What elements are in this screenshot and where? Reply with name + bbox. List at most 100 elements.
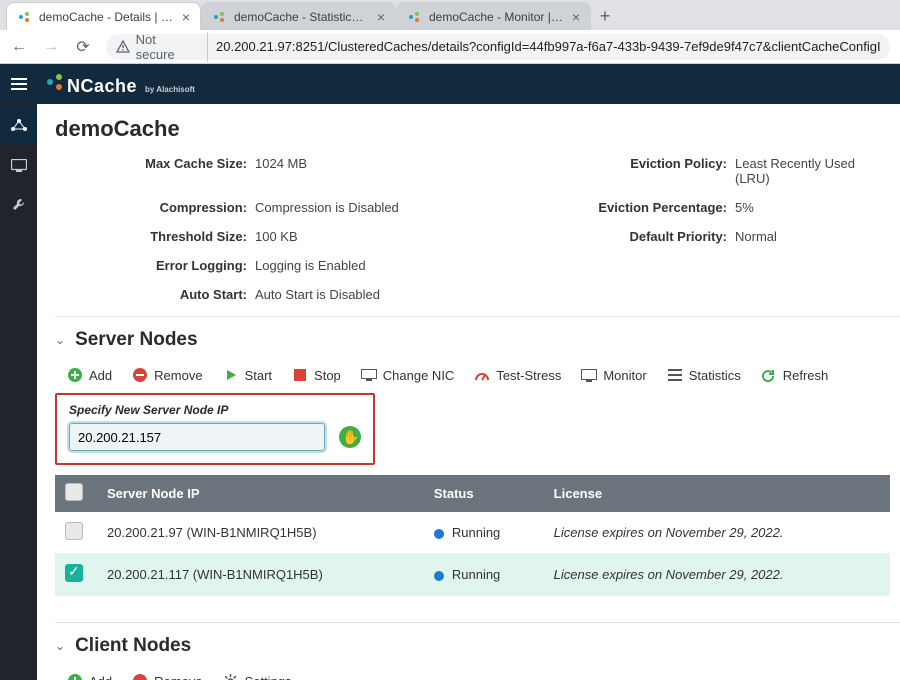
browser-tab-active[interactable]: demoCache - Details | NCache × bbox=[6, 2, 201, 30]
prop-label: Max Cache Size: bbox=[55, 156, 255, 186]
new-server-ip-input[interactable] bbox=[69, 423, 325, 451]
browser-tab[interactable]: demoCache - Statistics | NCache × bbox=[201, 2, 396, 30]
prop-value: Least Recently Used (LRU) bbox=[735, 156, 885, 186]
prop-label: Default Priority: bbox=[515, 229, 735, 244]
hamburger-button[interactable] bbox=[0, 64, 37, 104]
prop-value: Logging is Enabled bbox=[255, 258, 515, 273]
ncache-favicon bbox=[17, 10, 31, 24]
content-scroll[interactable]: Max Cache Size: 1024 MB Eviction Policy:… bbox=[37, 150, 900, 680]
wrench-icon bbox=[11, 197, 27, 213]
add-server-panel: Specify New Server Node IP ✋ bbox=[55, 393, 375, 465]
plus-icon bbox=[67, 367, 83, 383]
forward-button[interactable]: → bbox=[42, 38, 60, 56]
table-row[interactable]: 20.200.21.117 (WIN-B1NMIRQ1H5B) Running … bbox=[55, 554, 890, 596]
col-status: Status bbox=[424, 475, 544, 512]
warning-icon bbox=[116, 40, 130, 54]
refresh-button[interactable]: Refresh bbox=[761, 367, 829, 383]
stop-icon bbox=[292, 367, 308, 383]
cell-ip: 20.200.21.97 (WIN-B1NMIRQ1H5B) bbox=[97, 512, 424, 554]
prop-value: Compression is Disabled bbox=[255, 200, 515, 215]
prop-value: 100 KB bbox=[255, 229, 515, 244]
cache-properties: Max Cache Size: 1024 MB Eviction Policy:… bbox=[55, 150, 900, 316]
back-button[interactable]: ← bbox=[10, 38, 28, 56]
prop-label: Threshold Size: bbox=[55, 229, 255, 244]
list-icon bbox=[667, 367, 683, 383]
browser-toolbar: ← → ⟳ Not secure 20.200.21.97:8251/Clust… bbox=[0, 30, 900, 64]
settings-button[interactable]: Settings bbox=[223, 673, 292, 680]
prop-label: Auto Start: bbox=[55, 287, 255, 302]
cell-license: License expires on November 29, 2022. bbox=[544, 512, 890, 554]
gauge-icon bbox=[474, 367, 490, 383]
refresh-icon bbox=[761, 367, 777, 383]
plus-icon bbox=[344, 431, 356, 443]
prop-label: Compression: bbox=[55, 200, 255, 215]
start-button[interactable]: Start bbox=[223, 367, 272, 383]
client-nodes-toolbar: Add Remove Settings bbox=[55, 663, 900, 680]
not-secure-label: Not secure bbox=[136, 32, 197, 62]
close-icon[interactable]: × bbox=[377, 9, 385, 25]
add-button[interactable]: Add bbox=[67, 673, 112, 680]
new-tab-button[interactable]: + bbox=[591, 2, 619, 30]
gear-icon bbox=[223, 673, 239, 680]
cluster-icon bbox=[10, 118, 28, 132]
reload-button[interactable]: ⟳ bbox=[74, 37, 92, 57]
brand-bar: NCache by Alachisoft bbox=[37, 64, 900, 104]
col-ip: Server Node IP bbox=[97, 475, 424, 512]
remove-button[interactable]: Remove bbox=[132, 367, 202, 383]
ncache-favicon bbox=[407, 10, 421, 24]
browser-tab[interactable]: demoCache - Monitor | NCache × bbox=[396, 2, 591, 30]
prop-value: Auto Start is Disabled bbox=[255, 287, 515, 302]
browser-tab-title: demoCache - Details | NCache bbox=[39, 10, 174, 24]
prop-label: Error Logging: bbox=[55, 258, 255, 273]
brand-name: NCache bbox=[67, 76, 137, 97]
plus-icon bbox=[67, 673, 83, 680]
monitor-icon bbox=[11, 159, 27, 172]
select-all-checkbox[interactable] bbox=[65, 483, 83, 501]
add-button[interactable]: Add bbox=[67, 367, 112, 383]
table-row[interactable]: 20.200.21.97 (WIN-B1NMIRQ1H5B) Running L… bbox=[55, 512, 890, 554]
ncache-favicon bbox=[212, 10, 226, 24]
browser-tab-title: demoCache - Statistics | NCache bbox=[234, 10, 369, 24]
browser-tab-title: demoCache - Monitor | NCache bbox=[429, 10, 564, 24]
section-title: Server Nodes bbox=[75, 329, 198, 351]
col-checkbox bbox=[55, 475, 97, 512]
security-indicator[interactable]: Not secure bbox=[116, 32, 208, 62]
browser-tab-strip: demoCache - Details | NCache × demoCache… bbox=[0, 0, 900, 30]
play-icon bbox=[223, 367, 239, 383]
stop-button[interactable]: Stop bbox=[292, 367, 341, 383]
prop-label: Eviction Policy: bbox=[515, 156, 735, 186]
status-dot-icon bbox=[434, 529, 444, 539]
test-stress-button[interactable]: Test-Stress bbox=[474, 367, 561, 383]
server-nodes-header: ⌄ Server Nodes bbox=[55, 316, 900, 357]
close-icon[interactable]: × bbox=[572, 9, 580, 25]
minus-icon bbox=[132, 673, 148, 680]
statistics-button[interactable]: Statistics bbox=[667, 367, 741, 383]
server-nodes-toolbar: Add Remove Start Stop Change NIC Test-St… bbox=[55, 357, 900, 393]
collapse-icon[interactable]: ⌄ bbox=[55, 639, 65, 653]
cell-ip: 20.200.21.117 (WIN-B1NMIRQ1H5B) bbox=[97, 554, 424, 596]
rail-clustered-caches[interactable] bbox=[0, 106, 37, 144]
url-text: 20.200.21.97:8251/ClusteredCaches/detail… bbox=[216, 39, 880, 54]
address-bar[interactable]: Not secure 20.200.21.97:8251/ClusteredCa… bbox=[106, 34, 890, 60]
section-title: Client Nodes bbox=[75, 635, 191, 657]
row-checkbox[interactable] bbox=[65, 522, 83, 540]
row-checkbox[interactable] bbox=[65, 564, 83, 582]
change-nic-button[interactable]: Change NIC bbox=[361, 367, 455, 383]
monitor-icon bbox=[581, 367, 597, 383]
rail-tools[interactable] bbox=[0, 186, 37, 224]
close-icon[interactable]: × bbox=[182, 9, 190, 25]
prop-value: 5% bbox=[735, 200, 885, 215]
prop-value: Normal bbox=[735, 229, 885, 244]
remove-button[interactable]: Remove bbox=[132, 673, 202, 680]
cell-license: License expires on November 29, 2022. bbox=[544, 554, 890, 596]
client-nodes-header: ⌄ Client Nodes bbox=[55, 622, 900, 663]
add-server-label: Specify New Server Node IP bbox=[69, 403, 361, 417]
prop-value: 1024 MB bbox=[255, 156, 515, 186]
rail-local-caches[interactable] bbox=[0, 146, 37, 184]
monitor-button[interactable]: Monitor bbox=[581, 367, 646, 383]
confirm-add-button[interactable]: ✋ bbox=[339, 426, 361, 448]
side-rail bbox=[0, 64, 37, 680]
prop-label: Eviction Percentage: bbox=[515, 200, 735, 215]
cell-status: Running bbox=[424, 512, 544, 554]
collapse-icon[interactable]: ⌄ bbox=[55, 333, 65, 347]
